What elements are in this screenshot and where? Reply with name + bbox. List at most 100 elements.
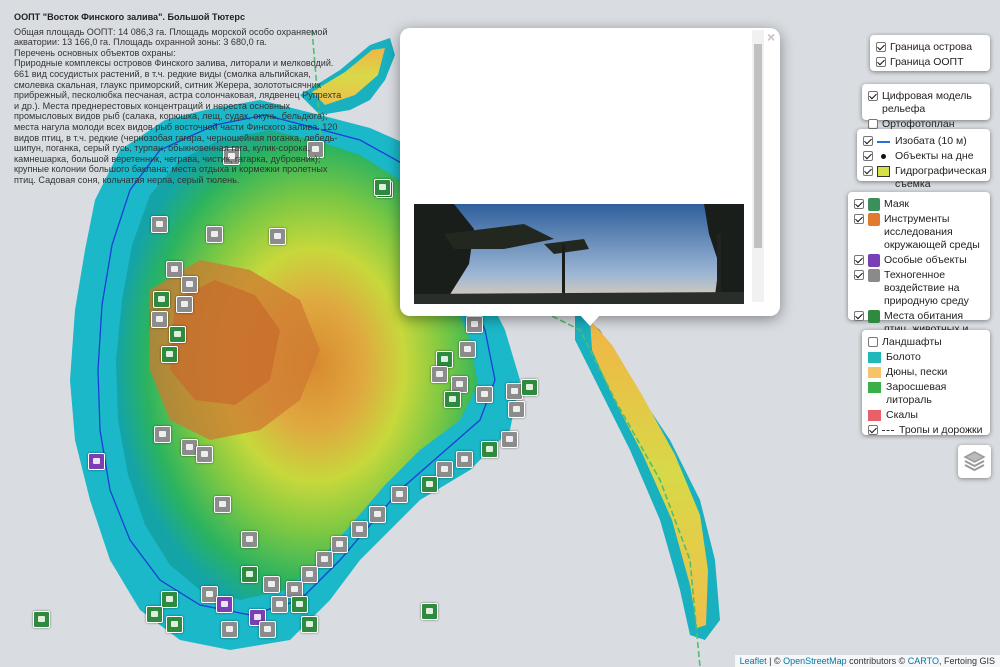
poi-layer-icon <box>868 198 880 211</box>
impact-marker-icon[interactable] <box>271 596 288 613</box>
habitat-marker-icon[interactable] <box>291 596 308 613</box>
habitat-marker-icon[interactable] <box>421 476 438 493</box>
habitat-marker-icon[interactable] <box>444 391 461 408</box>
impact-marker-icon[interactable] <box>181 276 198 293</box>
impact-marker-icon[interactable] <box>476 386 493 403</box>
poi-layer-checkbox[interactable] <box>854 214 864 224</box>
popup-objects-heading: Перечень основных объектов охраны: <box>14 47 176 58</box>
habitat-marker-icon[interactable] <box>301 616 318 633</box>
landmark-marker-icon[interactable] <box>466 316 483 333</box>
popup-area: Общая площадь ООПТ: 14 086,3 га. Площадь… <box>14 26 328 48</box>
impact-marker-icon[interactable] <box>316 551 333 568</box>
survey-layer-checkbox[interactable] <box>863 136 873 146</box>
poi-layer-checkbox[interactable] <box>854 270 864 280</box>
impact-marker-icon[interactable] <box>331 536 348 553</box>
basemap-layer-checkbox[interactable] <box>868 119 878 129</box>
impact-marker-icon[interactable] <box>508 401 525 418</box>
impact-marker-icon[interactable] <box>459 341 476 358</box>
panel-basemap: Цифровая модель рельефа Ортофотоплан <box>862 84 990 130</box>
popup-close-button[interactable]: × <box>767 29 775 45</box>
osm-link[interactable]: OpenStreetMap <box>783 656 847 666</box>
border-layer-row[interactable]: Граница ООПТ <box>876 56 984 69</box>
landscape-label: Тропы и дорожки <box>899 424 983 436</box>
border-layer-checkbox[interactable] <box>876 57 886 67</box>
landmark-marker-icon[interactable] <box>263 576 280 593</box>
habitat-marker-icon[interactable] <box>161 591 178 608</box>
impact-marker-icon[interactable] <box>436 461 453 478</box>
border-layer-row[interactable]: Граница острова <box>876 41 984 54</box>
carto-link[interactable]: CARTO <box>908 656 939 666</box>
impact-marker-icon[interactable] <box>351 521 368 538</box>
attr-sep: | © <box>766 656 784 666</box>
survey-layer-row[interactable]: Объекты на дне <box>863 150 984 163</box>
survey-layer-checkbox[interactable] <box>863 166 873 176</box>
habitat-marker-icon[interactable] <box>153 291 170 308</box>
impact-marker-icon[interactable] <box>269 228 286 245</box>
impact-marker-icon[interactable] <box>176 296 193 313</box>
habitat-marker-icon[interactable] <box>33 611 50 628</box>
special-object-marker-icon[interactable] <box>216 596 233 613</box>
impact-marker-icon[interactable] <box>501 431 518 448</box>
poi-layer-checkbox[interactable] <box>854 255 864 265</box>
impact-marker-icon[interactable] <box>259 621 276 638</box>
habitat-marker-icon[interactable] <box>146 606 163 623</box>
habitat-marker-icon[interactable] <box>374 179 391 196</box>
habitat-marker-icon[interactable] <box>166 616 183 633</box>
seabed-object-icon <box>881 154 886 159</box>
impact-marker-icon[interactable] <box>456 451 473 468</box>
popup-photo <box>414 204 744 304</box>
panel-landscape: Ландшафты Болото Дюны, пески Заросшевая лит… <box>862 330 990 437</box>
impact-marker-icon[interactable] <box>151 311 168 328</box>
border-layer-checkbox[interactable] <box>876 42 886 52</box>
attr-contrib: contributors © <box>846 656 908 666</box>
impact-marker-icon[interactable] <box>166 261 183 278</box>
popup-title: ООПТ "Восток Финского залива". Большой Т… <box>14 12 246 22</box>
habitat-marker-icon[interactable] <box>481 441 498 458</box>
landmark-marker-icon[interactable] <box>196 446 213 463</box>
landscape-swatch <box>868 367 881 378</box>
popup-scroll-thumb[interactable] <box>754 44 762 248</box>
leaflet-link[interactable]: Leaflet <box>740 656 767 666</box>
panel-borders: Граница острова Граница ООПТ <box>870 35 990 71</box>
habitat-marker-icon[interactable] <box>241 566 258 583</box>
survey-layer-row[interactable]: Изобата (10 м) <box>863 135 984 148</box>
layers-toggle-button[interactable] <box>958 445 991 478</box>
habitat-marker-icon[interactable] <box>161 346 178 363</box>
impact-marker-icon[interactable] <box>151 216 168 233</box>
landscape-row: Заросшевая литораль <box>868 381 984 407</box>
impact-marker-icon[interactable] <box>214 496 231 513</box>
impact-marker-icon[interactable] <box>241 531 258 548</box>
landscape-row: Дюны, пески <box>868 366 984 379</box>
landscape-swatch <box>868 382 881 393</box>
habitat-marker-icon[interactable] <box>169 326 186 343</box>
survey-layer-checkbox[interactable] <box>863 151 873 161</box>
poi-layer-checkbox[interactable] <box>854 311 864 321</box>
habitat-marker-icon[interactable] <box>521 379 538 396</box>
landscape-checkbox[interactable] <box>868 425 878 435</box>
basemap-layer-checkbox[interactable] <box>868 91 878 101</box>
impact-marker-icon[interactable] <box>206 226 223 243</box>
landmark-marker-icon[interactable] <box>154 426 171 443</box>
landscape-row: Болото <box>868 351 984 364</box>
impact-marker-icon[interactable] <box>221 621 238 638</box>
impact-marker-icon[interactable] <box>391 486 408 503</box>
landscape-row[interactable]: Ландшафты <box>868 336 984 349</box>
impact-marker-icon[interactable] <box>301 566 318 583</box>
poi-layer-row[interactable]: Особые объекты <box>854 254 984 267</box>
poi-layer-row[interactable]: Инструменты исследования окружающей сред… <box>854 213 984 252</box>
impact-marker-icon[interactable] <box>369 506 386 523</box>
landscape-row[interactable]: Тропы и дорожки <box>868 424 984 437</box>
habitat-marker-icon[interactable] <box>421 603 438 620</box>
poi-layer-row[interactable]: Маяк <box>854 198 984 211</box>
impact-marker-icon[interactable] <box>431 366 448 383</box>
basemap-layer-row[interactable]: Цифровая модель рельефа <box>868 90 984 116</box>
poi-layer-row[interactable]: Техногенное воздействие на природную сре… <box>854 269 984 308</box>
survey-layer-row[interactable]: Гидрографическая съемка <box>863 165 987 191</box>
popup-content: ООПТ "Восток Финского залива". Большой Т… <box>14 12 344 186</box>
landscape-checkbox[interactable] <box>868 337 878 347</box>
poi-layer-checkbox[interactable] <box>854 199 864 209</box>
landscape-swatch <box>868 352 881 363</box>
special-object-marker-icon[interactable] <box>88 453 105 470</box>
popup-scrollbar[interactable] <box>752 30 764 302</box>
border-layer-label: Граница ООПТ <box>890 56 964 68</box>
